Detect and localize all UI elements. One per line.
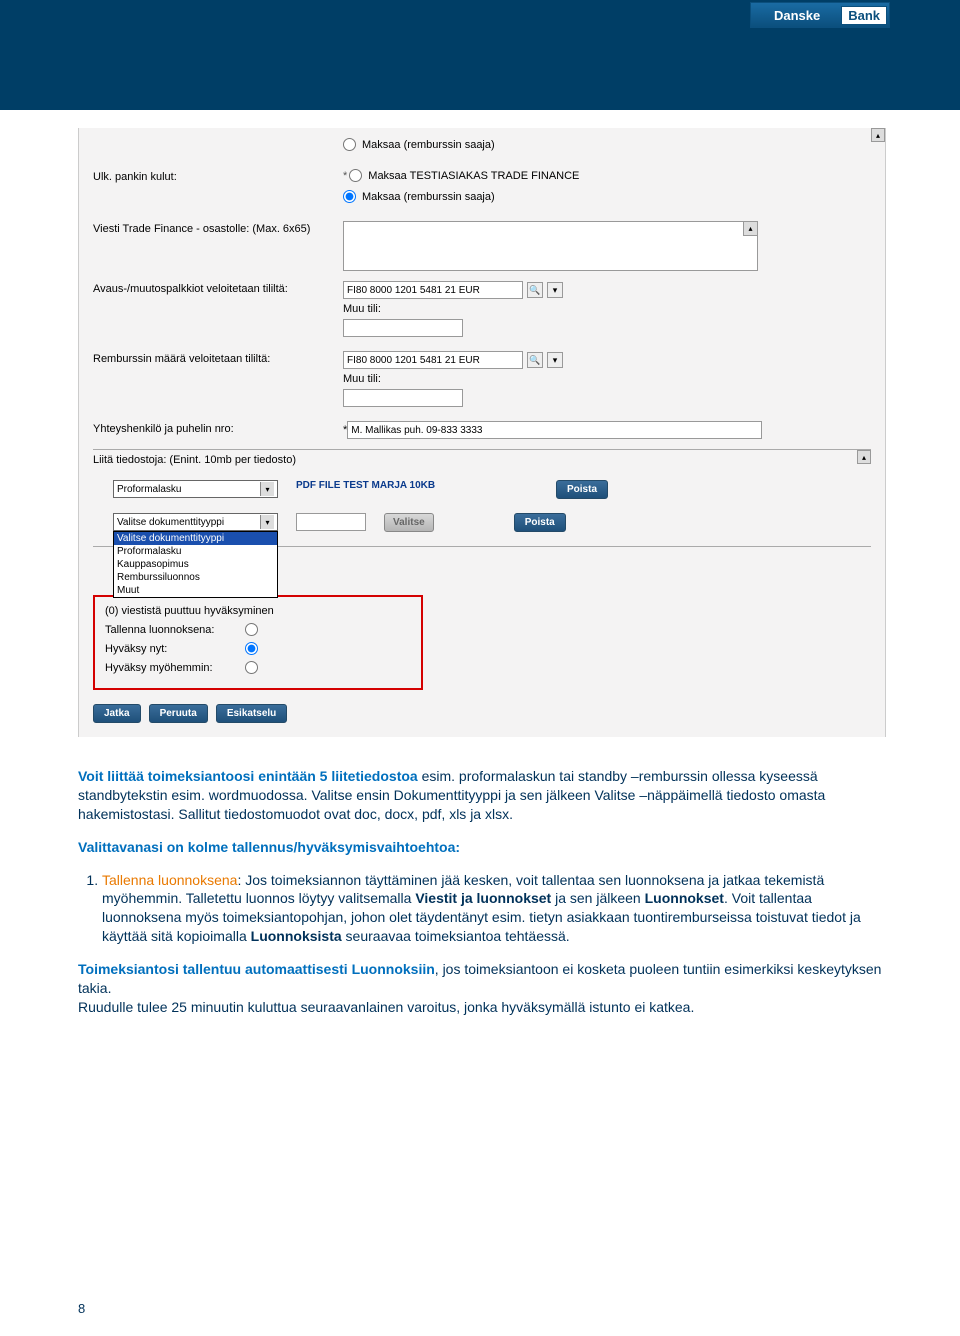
scroll-up-icon[interactable]: ▴ [871, 128, 885, 142]
dropdown-opt[interactable]: Valitse dokumenttityyppi [114, 532, 277, 545]
rb-hyvaksy-nyt-label: Hyväksy nyt: [105, 643, 245, 655]
doc-type-select-1[interactable]: Proformalasku ▾ [113, 480, 278, 498]
form-screenshot: ▴ Maksaa (remburssin saaja) Ulk. pankin … [78, 128, 886, 737]
muu-tili-input-1[interactable] [343, 319, 463, 337]
valitse-button[interactable]: Valitse [384, 513, 434, 532]
search-icon[interactable]: 🔍 [527, 282, 543, 298]
p3-line2: Ruudulle tulee 25 minuutin kuluttua seur… [78, 999, 694, 1015]
rb-tallenna-radio[interactable] [245, 623, 258, 636]
dropdown-icon[interactable]: ▾ [547, 352, 563, 368]
danske-bank-logo: Danske Bank [750, 2, 890, 28]
attach-header: Liitä tiedostoja: (Enint. 10mb per tiedo… [93, 454, 871, 466]
viesti-label: Viesti Trade Finance - osastolle: (Max. … [93, 221, 343, 235]
rb-hyvaksy-nyt-radio[interactable] [245, 642, 258, 655]
jatka-button[interactable]: Jatka [93, 704, 141, 723]
dropdown-opt[interactable]: Muut [114, 584, 277, 597]
logo-text-bank: Bank [841, 6, 887, 25]
account-input-1[interactable]: FI80 8000 1201 5481 21 EUR [343, 281, 523, 299]
avaus-label: Avaus-/muutospalkkiot veloitetaan tililt… [93, 281, 343, 295]
p3-lead: Toimeksiantosi tallentuu automaattisesti… [78, 961, 435, 977]
p1-lead: Voit liittää toimeksiantoosi enintään 5 … [78, 768, 418, 784]
approval-notice: (0) viestistä puuttuu hyväksyminen [105, 605, 411, 617]
dropdown-opt[interactable]: Kauppasopimus [114, 558, 277, 571]
chevron-down-icon: ▾ [260, 482, 274, 496]
select-value: Proformalasku [117, 484, 181, 495]
rb-hyvaksy-myoh-radio[interactable] [245, 661, 258, 674]
remburssin-label: Remburssin määrä veloitetaan tililtä: [93, 351, 343, 365]
viesti-textarea[interactable]: ▴ [343, 221, 758, 271]
rb-hyvaksy-myoh-label: Hyväksy myöhemmin: [105, 662, 245, 674]
body-text: Voit liittää toimeksiantoosi enintään 5 … [78, 767, 886, 1017]
doc-type-dropdown[interactable]: Valitse dokumenttityyppi Proformalasku K… [113, 531, 278, 598]
dropdown-opt[interactable]: Proformalasku [114, 545, 277, 558]
doc-type-select-2[interactable]: Valitse dokumenttityyppi ▾ Valitse dokum… [113, 513, 278, 531]
radio-label: Maksaa (remburssin saaja) [362, 139, 495, 151]
li1-bold2: Luonnokset [645, 890, 724, 906]
radio-input[interactable] [343, 138, 356, 151]
page-number: 8 [78, 1301, 85, 1316]
poista-button-2[interactable]: Poista [514, 513, 566, 532]
select2-value: Valitse dokumenttityyppi [117, 517, 224, 528]
file-link[interactable]: PDF FILE TEST MARJA 10KB [296, 480, 476, 491]
yhteys-label: Yhteyshenkilö ja puhelin nro: [93, 421, 343, 435]
muu-tili-input-2[interactable] [343, 389, 463, 407]
attachment-section: ▴ Liitä tiedostoja: (Enint. 10mb per tie… [93, 449, 871, 547]
radio-saaja2[interactable] [343, 190, 356, 203]
radio-testi-label: Maksaa TESTIASIAKAS TRADE FINANCE [368, 170, 579, 182]
rb-tallenna-label: Tallenna luonnoksena: [105, 624, 245, 636]
ulk-kulut-label: Ulk. pankin kulut: [93, 169, 343, 183]
esikatselu-button[interactable]: Esikatselu [216, 704, 287, 723]
li1-bold3: Luonnoksista [251, 928, 342, 944]
dropdown-opt[interactable]: Remburssiluonnos [114, 571, 277, 584]
file-path-input[interactable] [296, 513, 366, 531]
peruuta-button[interactable]: Peruuta [149, 704, 208, 723]
search-icon[interactable]: 🔍 [527, 352, 543, 368]
required-star: * [343, 170, 347, 182]
header-bar: Danske Bank [0, 0, 960, 110]
muu-tili-label-2: Muu tili: [343, 373, 871, 385]
approval-box: (0) viestistä puuttuu hyväksyminen Talle… [93, 595, 423, 690]
li1-mid: ja sen jälkeen [551, 890, 644, 906]
poista-button-1[interactable]: Poista [556, 480, 608, 499]
dropdown-icon[interactable]: ▾ [547, 282, 563, 298]
chevron-down-icon: ▾ [260, 515, 274, 529]
radio-maksaa-top[interactable]: Maksaa (remburssin saaja) [343, 138, 871, 151]
textarea-scroll-icon[interactable]: ▴ [743, 222, 757, 236]
radio-saaja2-label: Maksaa (remburssin saaja) [362, 191, 495, 203]
li1-lead: Tallenna luonnoksena [102, 872, 237, 888]
muu-tili-label-1: Muu tili: [343, 303, 871, 315]
li1-bold1: Viestit ja luonnokset [415, 890, 551, 906]
yhteys-input[interactable]: M. Mallikas puh. 09-833 3333 [347, 421, 762, 439]
list-item-1: Tallenna luonnoksena: Jos toimeksiannon … [102, 871, 886, 947]
radio-testi[interactable] [349, 169, 362, 182]
li1-end: seuraavaa toimeksiantoa tehtäessä. [342, 928, 570, 944]
logo-text-danske: Danske [753, 8, 841, 23]
section-scroll-icon[interactable]: ▴ [857, 450, 871, 464]
p2: Valittavanasi on kolme tallennus/hyväksy… [78, 838, 886, 857]
account-input-2[interactable]: FI80 8000 1201 5481 21 EUR [343, 351, 523, 369]
